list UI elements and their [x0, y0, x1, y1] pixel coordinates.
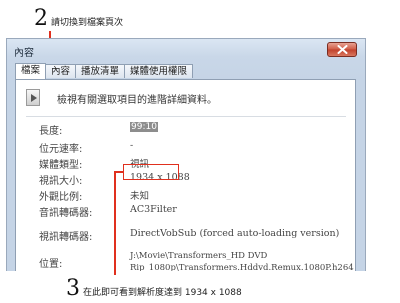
audio-codec-value: AC3Filter [130, 204, 177, 215]
file-tab-panel: 檢視有關選取項目的進階詳細資料。 長度: 99:10 位元速率: - 媒體類型:… [15, 79, 356, 271]
bitrate-label: 位元速率: [39, 144, 83, 155]
step-2-callout: 2 請切換到檔案頁次 [34, 8, 123, 30]
video-codec-label: 視訊轉碼器: [39, 232, 93, 243]
location-value-line-2: Rip_1080p\Transformers.Hddvd.Remux.1080P… [130, 263, 354, 271]
properties-dialog: 內容 檔案 內容 播放清單 媒體使用權限 檢視有關選取項目的進階詳細資料。 長度… [6, 38, 366, 271]
title-bar: 內容 [7, 39, 365, 61]
callout-3-line [114, 171, 116, 275]
length-label: 長度: [39, 126, 63, 137]
aspect-ratio-value: 未知 [130, 191, 150, 202]
video-file-icon [26, 89, 40, 106]
location-value-line-1: J:\Movie\Transformers_HD DVD [130, 251, 268, 261]
tab-content[interactable]: 內容 [45, 64, 77, 78]
length-value[interactable]: 99:10 [130, 122, 158, 132]
step-3-callout: 3 在此即可看到解析度達到 1934 x 1088 [66, 278, 242, 300]
tab-file[interactable]: 檔案 [15, 63, 47, 79]
step-2-text: 請切換到檔案頁次 [51, 18, 124, 28]
audio-codec-label: 音訊轉碼器: [39, 208, 93, 219]
media-type-label: 媒體類型: [39, 160, 83, 171]
close-x-icon [337, 45, 347, 54]
bitrate-value: - [130, 140, 134, 151]
location-label: 位置: [39, 259, 63, 270]
panel-description: 檢視有關選取項目的進階詳細資料。 [57, 95, 217, 106]
step-3-text: 在此即可看到解析度達到 1934 x 1088 [83, 288, 242, 298]
step-3-number: 3 [66, 276, 80, 301]
tab-strip: 檔案 內容 播放清單 媒體使用權限 [15, 63, 194, 79]
video-size-highlight [123, 164, 179, 180]
tab-media-rights[interactable]: 媒體使用權限 [124, 64, 194, 78]
step-2-number: 2 [34, 6, 48, 31]
tab-playlist[interactable]: 播放清單 [75, 64, 126, 78]
dialog-title: 內容 [14, 48, 34, 59]
video-size-label: 視訊大小: [39, 176, 83, 187]
aspect-ratio-label: 外觀比例: [39, 192, 83, 203]
video-codec-value: DirectVobSub (forced auto-loading versio… [130, 228, 340, 239]
divider [26, 116, 346, 117]
close-button[interactable] [327, 42, 357, 57]
